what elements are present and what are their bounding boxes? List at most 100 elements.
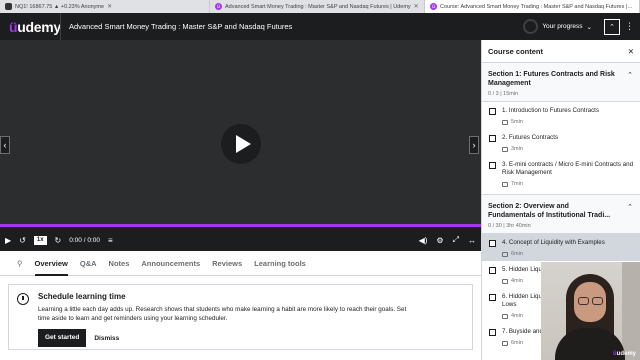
completion-checkbox[interactable] — [489, 294, 496, 301]
dismiss-button[interactable]: Dismiss — [94, 335, 119, 342]
completion-checkbox[interactable] — [489, 162, 496, 169]
lecture-duration: 7min — [511, 181, 523, 187]
tab-qa[interactable]: Q&A — [80, 251, 97, 276]
lecture-item[interactable]: 2. Futures Contracts 3min — [482, 129, 640, 156]
chevron-up-icon: ⌃ — [627, 72, 633, 79]
share-icon[interactable]: ⌃ — [604, 18, 620, 35]
browser-tab-3[interactable]: ü Course: Advanced Smart Money Trading :… — [425, 0, 640, 13]
section-meta: 0 / 3 | 15min — [488, 91, 519, 97]
section-title: Section 2: Overview and Fundamentals of … — [488, 203, 611, 219]
expand-icon[interactable]: ↔ — [468, 236, 476, 245]
app-header: üudemy Advanced Smart Money Trading : Ma… — [0, 13, 640, 40]
time-display: 0:00 / 0:00 — [69, 236, 100, 244]
webcam-background — [622, 262, 640, 360]
tradingview-favicon — [5, 3, 12, 10]
udemy-logo[interactable]: üudemy — [0, 18, 61, 35]
completion-checkbox[interactable] — [489, 329, 496, 336]
lecture-item[interactable]: 3. E-mini contracts / Micro E-mini Contr… — [482, 156, 640, 191]
completion-checkbox[interactable] — [489, 240, 496, 247]
lecture-duration: 3min — [511, 146, 523, 152]
get-started-button[interactable]: Get started — [38, 329, 87, 347]
lecture-title: 3. E-mini contracts / Micro E-mini Contr… — [502, 161, 634, 176]
video-icon — [502, 278, 508, 284]
search-icon[interactable]: ⚲ — [17, 251, 23, 276]
browser-tab-bar: NQ1! 16867.75 ▲ +0.23% Anonyme ✕ ü Advan… — [0, 0, 640, 13]
video-icon — [502, 251, 508, 257]
rewind-icon[interactable]: ↺ — [19, 236, 26, 245]
udemy-favicon: ü — [215, 3, 222, 10]
video-icon — [502, 119, 508, 125]
close-icon[interactable]: ✕ — [414, 3, 419, 10]
sidebar-title: Course content — [488, 46, 544, 56]
lecture-tabs: ⚲ Overview Q&A Notes Announcements Revie… — [0, 251, 481, 276]
section-header[interactable]: Section 2: Overview and Fundamentals of … — [482, 194, 640, 234]
lecture-duration: 4min — [511, 278, 523, 284]
lecture-duration: 6min — [511, 340, 523, 346]
browser-tab-title: NQ1! 16867.75 ▲ +0.23% Anonyme — [15, 3, 105, 10]
play-icon — [235, 135, 251, 153]
video-screen[interactable]: ‹ › — [0, 40, 481, 224]
progress-label: Your progress — [542, 23, 583, 30]
tab-notes[interactable]: Notes — [109, 251, 130, 276]
lecture-duration: 4min — [511, 313, 523, 319]
settings-gear-icon[interactable]: ⚙ — [436, 236, 443, 245]
tab-reviews[interactable]: Reviews — [212, 251, 242, 276]
udemy-favicon: ü — [430, 3, 437, 10]
next-lecture-button[interactable]: › — [469, 136, 479, 154]
tab-learning-tools[interactable]: Learning tools — [254, 251, 306, 276]
fullscreen-icon[interactable]: ⤢ — [453, 235, 459, 245]
play-icon[interactable]: ▶ — [5, 236, 11, 245]
browser-tab-title: Course: Advanced Smart Money Trading : M… — [440, 3, 634, 10]
playback-speed-button[interactable]: 1x — [33, 235, 47, 245]
card-body: Learning a little each day adds up. Rese… — [38, 306, 407, 322]
forward-icon[interactable]: ↻ — [55, 236, 62, 245]
chevron-up-icon: ⌃ — [627, 204, 633, 211]
notes-icon[interactable]: ≡ — [108, 236, 113, 245]
lecture-item[interactable]: 1. Introduction to Futures Contracts 5mi… — [482, 102, 640, 129]
browser-tab-title: Advanced Smart Money Trading : Master S&… — [225, 3, 411, 10]
player-controls: ▶ ↺ 1x ↻ 0:00 / 0:00 ≡ ◀) ⚙ ⤢ ↔ — [0, 224, 481, 251]
glasses-icon — [578, 297, 589, 305]
progress-ring-icon — [523, 19, 539, 34]
completion-checkbox[interactable] — [489, 135, 496, 142]
close-icon[interactable]: ✕ — [628, 47, 634, 56]
watermark-text: udemy — [616, 351, 636, 357]
card-title: Schedule learning time — [38, 292, 126, 301]
progress-button[interactable]: Your progress ⌄ — [523, 19, 598, 34]
instructor-webcam: üudemy — [541, 262, 640, 360]
completion-checkbox[interactable] — [489, 108, 496, 115]
completion-checkbox[interactable] — [489, 267, 496, 274]
more-options-icon[interactable]: ⋮ — [625, 21, 634, 32]
video-icon — [502, 340, 508, 346]
lecture-duration: 6min — [511, 251, 523, 257]
tab-overview[interactable]: Overview — [34, 251, 68, 276]
section-header[interactable]: Section 1: Futures Contracts and Risk Ma… — [482, 63, 640, 102]
video-player[interactable]: ‹ › ▶ ↺ 1x ↻ 0:00 / 0:00 ≡ ◀) ⚙ ⤢ ↔ — [0, 40, 481, 251]
course-title[interactable]: Advanced Smart Money Trading : Master S&… — [61, 22, 523, 31]
lecture-title: 4. Concept of Liquidity with Examples — [502, 239, 605, 246]
video-icon — [502, 181, 508, 187]
section-title: Section 1: Futures Contracts and Risk Ma… — [488, 71, 615, 87]
video-icon — [502, 146, 508, 152]
alarm-clock-icon — [17, 293, 29, 305]
schedule-learning-card: Schedule learning time Learning a little… — [8, 284, 473, 350]
udemy-watermark: üudemy — [613, 351, 636, 357]
tab-announcements[interactable]: Announcements — [141, 251, 200, 276]
logo-text: udemy — [17, 18, 61, 35]
glasses-icon — [592, 297, 603, 305]
close-icon[interactable]: ✕ — [107, 3, 112, 10]
previous-lecture-button[interactable]: ‹ — [0, 136, 10, 154]
playback-progress-bar[interactable] — [0, 224, 481, 227]
section-meta: 0 / 30 | 3hr 40min — [488, 223, 531, 229]
play-button[interactable] — [221, 124, 261, 164]
lecture-duration: 5min — [511, 119, 523, 125]
browser-tab-2[interactable]: ü Advanced Smart Money Trading : Master … — [210, 0, 425, 13]
volume-icon[interactable]: ◀) — [419, 236, 428, 245]
sidebar-header: Course content ✕ — [482, 40, 640, 63]
browser-tab-1[interactable]: NQ1! 16867.75 ▲ +0.23% Anonyme ✕ — [0, 0, 210, 13]
lecture-title: 2. Futures Contracts — [502, 134, 559, 141]
lecture-item-current[interactable]: 4. Concept of Liquidity with Examples 6m… — [482, 234, 640, 261]
chevron-down-icon: ⌄ — [586, 23, 592, 31]
video-icon — [502, 313, 508, 319]
lecture-title: 1. Introduction to Futures Contracts — [502, 107, 599, 114]
